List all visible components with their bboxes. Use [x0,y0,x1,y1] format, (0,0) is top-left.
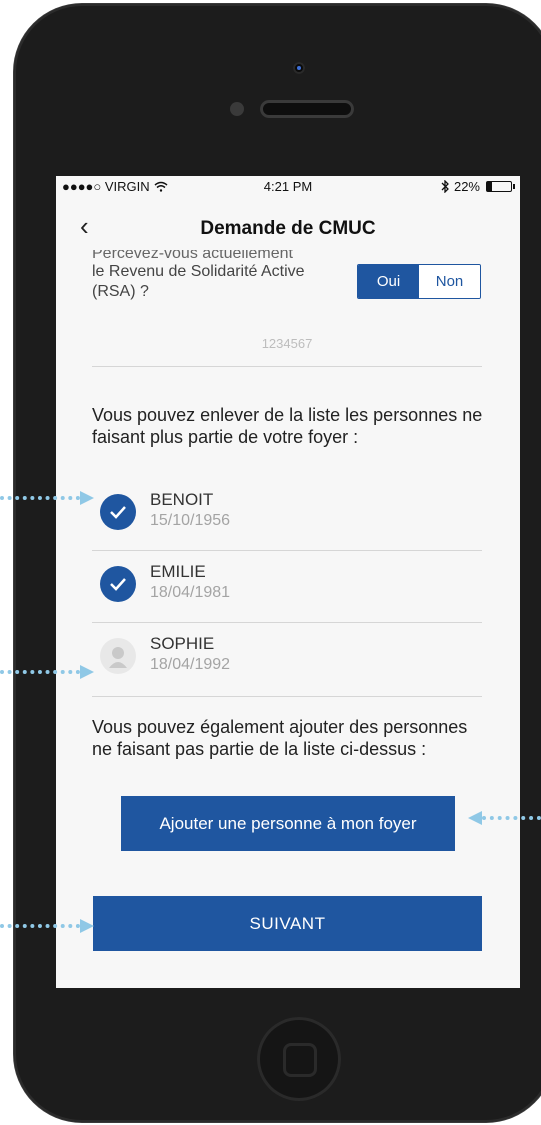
rsa-oui-button[interactable]: Oui [358,265,419,298]
rsa-toggle: Oui Non [357,264,481,299]
rsa-question-line3: (RSA) ? [92,283,149,300]
add-person-button[interactable]: Ajouter une personne à mon foyer [121,796,455,851]
check-icon[interactable] [100,566,136,602]
status-bar: ●●●●○ VIRGIN 4:21 PM 22% [56,176,520,198]
annotation-arrow-right [0,919,94,933]
rsa-non-button[interactable]: Non [419,265,480,298]
battery-percent: 22% [453,179,480,194]
annotation-arrow-left [468,811,541,825]
remove-instruction: Vous pouvez enlever de la liste les pers… [92,405,483,447]
person-birthdate: 15/10/1956 [150,512,231,529]
rsa-number-field[interactable]: 1234567 [92,336,482,351]
earpiece-speaker [260,100,354,118]
front-camera [293,62,305,74]
person-birthdate: 18/04/1992 [150,656,231,673]
home-button[interactable] [257,1017,341,1101]
person-name: SOPHIE [150,634,215,653]
bluetooth-icon [441,180,449,193]
person-row-sophie[interactable]: SOPHIE 18/04/1992 [92,622,482,694]
person-row-benoit[interactable]: BENOIT 15/10/1956 [92,478,482,550]
proximity-sensor [230,102,244,116]
page-title: Demande de CMUC [200,218,376,239]
add-instruction: Vous pouvez également ajouter des person… [92,717,468,759]
check-icon[interactable] [100,494,136,530]
person-name: EMILIE [150,562,206,581]
rsa-question: Percevez-vous actuellement le Revenu de … [92,250,348,302]
divider [92,696,482,697]
navigation-bar: ‹ Demande de CMUC [56,212,520,244]
annotation-arrow-right [0,491,94,505]
person-row-emilie[interactable]: EMILIE 18/04/1981 [92,550,482,622]
rsa-question-line2: le Revenu de Solidarité Active [92,263,305,280]
app-screen: ●●●●○ VIRGIN 4:21 PM 22% ‹ Demande de CM… [56,176,520,988]
person-name: BENOIT [150,490,214,509]
rsa-question-line1: Percevez-vous actuellement [92,250,293,262]
divider [92,366,482,367]
person-birthdate: 18/04/1981 [150,584,231,601]
avatar-icon[interactable] [100,638,136,674]
next-button[interactable]: SUIVANT [93,896,482,951]
battery-icon [486,181,515,192]
annotation-arrow-right [0,665,94,679]
